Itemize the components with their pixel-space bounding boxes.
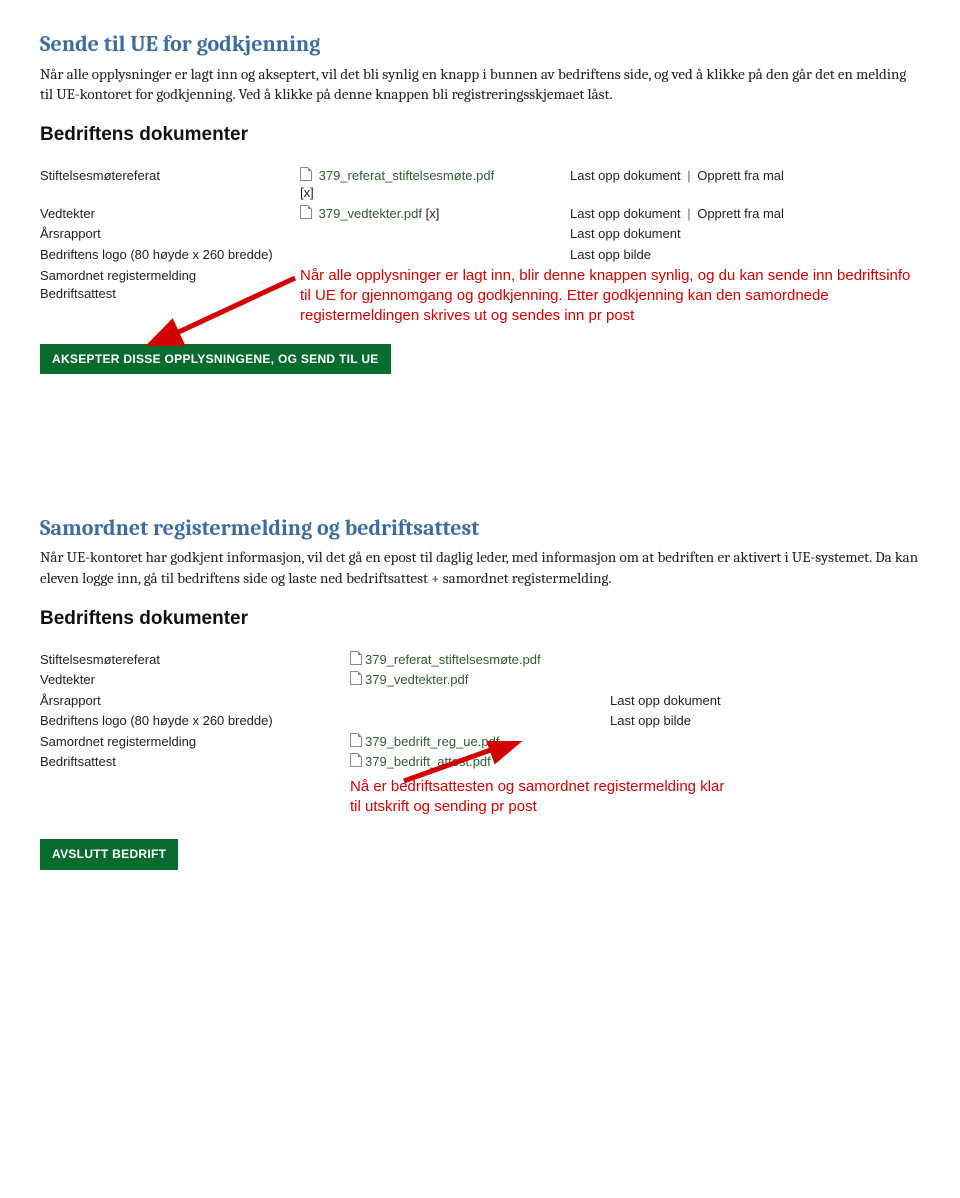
doc-label: Årsrapport <box>40 224 300 243</box>
accept-send-button[interactable]: AKSEPTER DISSE OPPLYSNINGENE, OG SEND TI… <box>40 344 391 374</box>
doc-label: Samordnet registermelding <box>40 732 350 751</box>
section-body-1: Når alle opplysninger er lagt inn og aks… <box>40 64 920 105</box>
action-upload[interactable]: Last opp dokument <box>610 693 721 708</box>
table-row: Vedtekter 379_vedtekter.pdf [x] Last opp… <box>40 204 920 223</box>
action-upload[interactable]: Last opp dokument <box>570 226 681 241</box>
arrow-icon <box>40 266 300 346</box>
action-upload[interactable]: Last opp dokument <box>570 168 681 183</box>
document-icon <box>350 671 362 685</box>
doc-label: Vedtekter <box>40 204 300 223</box>
close-company-button[interactable]: AVSLUTT BEDRIFT <box>40 839 178 869</box>
table-row: Vedtekter 379_vedtekter.pdf <box>40 670 920 689</box>
shot1-title: Bedriftens dokumenter <box>40 122 920 148</box>
section-heading-1: Sende til UE for godkjenning <box>40 30 920 60</box>
section-body-2: Når UE-kontoret har godkjent informasjon… <box>40 547 920 588</box>
action-upload-image[interactable]: Last opp bilde <box>610 713 691 728</box>
doc-label: Bedriftsattest <box>40 752 350 771</box>
section-heading-2: Samordnet registermelding og bedriftsatt… <box>40 514 920 544</box>
doc-label: Stiftelsesmøtereferat <box>40 166 300 185</box>
shot2-title: Bedriftens dokumenter <box>40 606 920 632</box>
file-link[interactable]: 379_vedtekter.pdf <box>319 206 422 221</box>
file-link[interactable]: 379_referat_stiftelsesmøte.pdf <box>365 652 541 667</box>
table-row: Bedriftens logo (80 høyde x 260 bredde) … <box>40 711 920 730</box>
separator: | <box>687 168 690 183</box>
arrow-icon <box>344 741 524 785</box>
file-link[interactable]: 379_referat_stiftelsesmøte.pdf <box>319 168 495 183</box>
action-upload-image[interactable]: Last opp bilde <box>570 247 651 262</box>
file-link[interactable]: 379_vedtekter.pdf <box>365 672 468 687</box>
table-row: Årsrapport Last opp dokument <box>40 691 920 710</box>
doc-label: Vedtekter <box>40 670 350 689</box>
delete-x[interactable]: [x] <box>422 206 439 221</box>
action-upload[interactable]: Last opp dokument <box>570 206 681 221</box>
delete-x[interactable]: [x] <box>300 185 314 200</box>
doc-label: Bedriftens logo (80 høyde x 260 bredde) <box>40 711 350 730</box>
document-icon <box>300 205 312 219</box>
table-row: Bedriftens logo (80 høyde x 260 bredde) … <box>40 245 920 264</box>
document-icon <box>300 167 312 181</box>
screenshot-2: Bedriftens dokumenter Stiftelsesmøterefe… <box>40 606 920 870</box>
table-row: Stiftelsesmøtereferat 379_referat_stifte… <box>40 650 920 669</box>
separator: | <box>687 206 690 221</box>
action-template[interactable]: Opprett fra mal <box>697 206 784 221</box>
table-row: Årsrapport Last opp dokument <box>40 224 920 243</box>
document-icon <box>350 651 362 665</box>
doc-label: Bedriftens logo (80 høyde x 260 bredde) <box>40 245 300 264</box>
doc-label: Årsrapport <box>40 691 350 710</box>
doc-label: Stiftelsesmøtereferat <box>40 650 350 669</box>
screenshot-1: Bedriftens dokumenter Stiftelsesmøterefe… <box>40 122 920 374</box>
action-template[interactable]: Opprett fra mal <box>697 168 784 183</box>
table-row: Stiftelsesmøtereferat 379_referat_stifte… <box>40 166 920 202</box>
annotation-text: Når alle opplysninger er lagt inn, blir … <box>300 266 920 327</box>
